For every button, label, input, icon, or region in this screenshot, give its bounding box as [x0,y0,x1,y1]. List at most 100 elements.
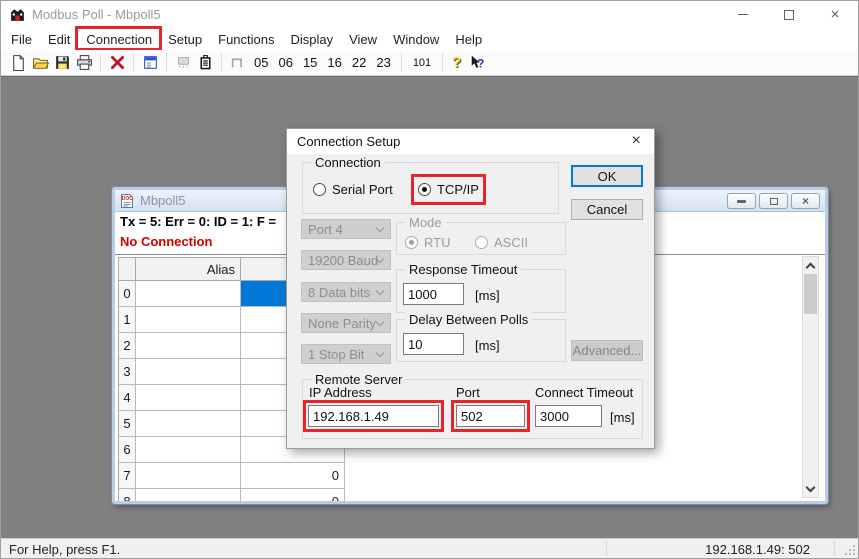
help-button[interactable]: ? [448,54,465,71]
alias-cell[interactable] [136,333,241,359]
close-icon: × [831,7,840,22]
app-icon [9,6,26,23]
function-code-22-button[interactable]: 22 [347,55,371,70]
alias-cell[interactable] [136,281,241,307]
row-header[interactable]: 3 [118,359,136,385]
value-cell[interactable]: 0 [241,489,345,501]
table-row: 7 0 [118,463,345,489]
row-header[interactable]: 2 [118,333,136,359]
connect-timeout-unit: [ms] [610,410,635,425]
function-code-101-button[interactable]: 101 [407,57,437,69]
alias-cell[interactable] [136,489,241,501]
menu-setup[interactable]: Setup [160,30,210,49]
dialog-close-button[interactable]: × [628,132,645,150]
tcpip-radio[interactable] [418,183,431,196]
data-bits-combo[interactable]: 8 Data bits [301,282,391,302]
menu-window[interactable]: Window [385,30,447,49]
function-code-16-button[interactable]: 16 [322,55,346,70]
toolbar-separator [221,53,222,72]
alias-cell[interactable] [136,437,241,463]
menu-connection[interactable]: Connection [78,30,160,49]
context-help-button[interactable]: ? [465,52,487,74]
read-write-definition-button[interactable] [139,52,161,74]
function-code-15-button[interactable]: 15 [298,55,322,70]
maximize-button[interactable] [766,1,812,28]
menu-view[interactable]: View [341,30,385,49]
menu-edit[interactable]: Edit [40,30,78,49]
vertical-scrollbar[interactable] [802,256,819,498]
row-header[interactable]: 8 [118,489,136,501]
function-code-06-button[interactable]: 06 [273,55,297,70]
dialog-title: Connection Setup [297,134,400,149]
delay-input[interactable] [403,333,464,355]
tcpip-option[interactable]: TCP/IP [418,182,479,197]
menu-functions[interactable]: Functions [210,30,282,49]
menu-bar: File Edit Connection Setup Functions Dis… [1,28,858,50]
alias-column-header[interactable]: Alias [136,257,241,281]
title-bar[interactable]: Modbus Poll - Mbpoll5 × [1,1,858,28]
doc-minimize-button[interactable] [727,193,756,209]
ascii-label: ASCII [494,235,528,250]
resize-grip[interactable] [844,544,856,556]
single-poll-button[interactable] [227,52,249,74]
test-center-button[interactable] [194,52,216,74]
ip-address-label: IP Address [309,385,372,400]
scroll-down-button[interactable] [803,481,818,497]
scrollbar-thumb[interactable] [804,274,817,314]
cancel-button[interactable]: Cancel [571,199,643,220]
row-header[interactable]: 0 [118,281,136,307]
chevron-down-icon [376,349,384,357]
value-cell[interactable]: 0 [241,463,345,489]
printer-icon [76,54,93,71]
grid-corner-cell[interactable] [118,257,136,281]
response-timeout-input[interactable] [403,283,464,305]
serial-port-combo[interactable]: Port 4 [301,219,391,239]
connection-status-text: No Connection [120,234,212,249]
chevron-down-icon [376,287,384,295]
alias-cell[interactable] [136,307,241,333]
scroll-up-button[interactable] [803,257,818,273]
toolbar-separator [166,53,167,72]
serial-port-radio[interactable] [313,183,326,196]
doc-restore-button[interactable] [759,193,788,209]
function-code-05-button[interactable]: 05 [249,55,273,70]
baud-rate-combo[interactable]: 19200 Baud [301,250,391,270]
disconnect-button[interactable] [106,52,128,74]
save-button[interactable] [51,52,73,74]
close-button[interactable]: × [812,1,858,28]
ok-button[interactable]: OK [571,165,643,187]
alias-cell[interactable] [136,411,241,437]
row-header[interactable]: 5 [118,411,136,437]
ip-address-input[interactable] [308,405,439,427]
window-title: Modbus Poll - Mbpoll5 [32,7,161,22]
row-header[interactable]: 4 [118,385,136,411]
row-header[interactable]: 7 [118,463,136,489]
app-window: Modbus Poll - Mbpoll5 × File Edit Connec… [0,0,859,559]
alias-cell[interactable] [136,359,241,385]
advanced-button[interactable]: Advanced... [571,340,643,361]
communication-traffic-button[interactable] [172,52,194,74]
minimize-button[interactable] [720,1,766,28]
stop-bit-combo[interactable]: 1 Stop Bit [301,344,391,364]
open-file-button[interactable] [29,52,51,74]
toolbar: 05 06 15 16 22 23 101 ? ? [1,50,858,76]
alias-cell[interactable] [136,385,241,411]
minimize-icon [737,200,746,203]
dialog-title-bar[interactable]: Connection Setup × [287,129,654,154]
port-input[interactable] [456,405,525,427]
menu-file[interactable]: File [3,30,40,49]
doc-close-button[interactable]: × [791,193,820,209]
new-file-button[interactable] [7,52,29,74]
row-header[interactable]: 6 [118,437,136,463]
parity-combo[interactable]: None Parity [301,313,391,333]
row-header[interactable]: 1 [118,307,136,333]
open-folder-icon [32,54,49,71]
rtu-radio [405,236,418,249]
menu-help[interactable]: Help [447,30,490,49]
function-code-23-button[interactable]: 23 [371,55,395,70]
menu-display[interactable]: Display [283,30,342,49]
connect-timeout-input[interactable] [535,405,602,427]
print-button[interactable] [73,52,95,74]
serial-port-option[interactable]: Serial Port [313,182,393,197]
alias-cell[interactable] [136,463,241,489]
